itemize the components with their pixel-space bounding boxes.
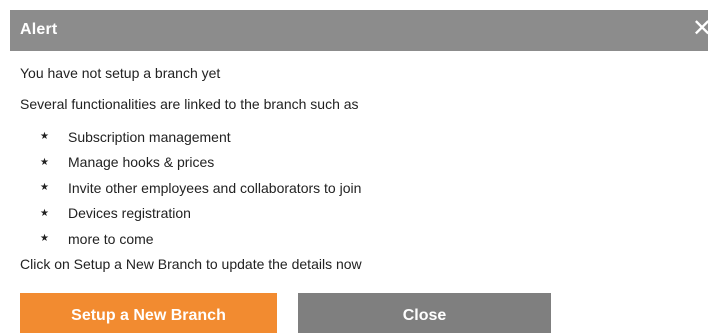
setup-new-branch-button[interactable]: Setup a New Branch: [20, 293, 277, 333]
feature-label: more to come: [68, 230, 154, 247]
list-item: ★ Subscription management: [20, 124, 361, 150]
star-bullet-icon: ★: [40, 207, 49, 219]
feature-label: Devices registration: [68, 205, 191, 222]
list-item: ★ more to come: [20, 226, 361, 252]
dialog-title: Alert: [20, 21, 58, 38]
feature-label: Invite other employees and collaborators…: [68, 179, 362, 196]
message-line-2: Several functionalities are linked to th…: [20, 96, 359, 112]
list-item: ★ Devices registration: [20, 201, 361, 227]
list-item: ★ Manage hooks & prices: [20, 150, 361, 176]
dialog-titlebar: Alert ✕: [10, 10, 708, 51]
list-item: ★ Invite other employees and collaborato…: [20, 175, 361, 201]
close-button[interactable]: Close: [298, 293, 551, 333]
feature-label: Manage hooks & prices: [68, 154, 215, 171]
star-bullet-icon: ★: [40, 156, 49, 168]
star-bullet-icon: ★: [40, 131, 49, 143]
star-bullet-icon: ★: [40, 233, 49, 245]
alert-dialog: Alert ✕ You have not setup a branch yet …: [0, 0, 708, 333]
instruction-text: Click on Setup a New Branch to update th…: [20, 256, 362, 272]
feature-list: ★ Subscription management ★ Manage hooks…: [20, 124, 361, 252]
message-line-1: You have not setup a branch yet: [20, 65, 221, 81]
star-bullet-icon: ★: [40, 182, 49, 194]
feature-label: Subscription management: [68, 128, 231, 145]
close-icon[interactable]: ✕: [692, 16, 708, 42]
